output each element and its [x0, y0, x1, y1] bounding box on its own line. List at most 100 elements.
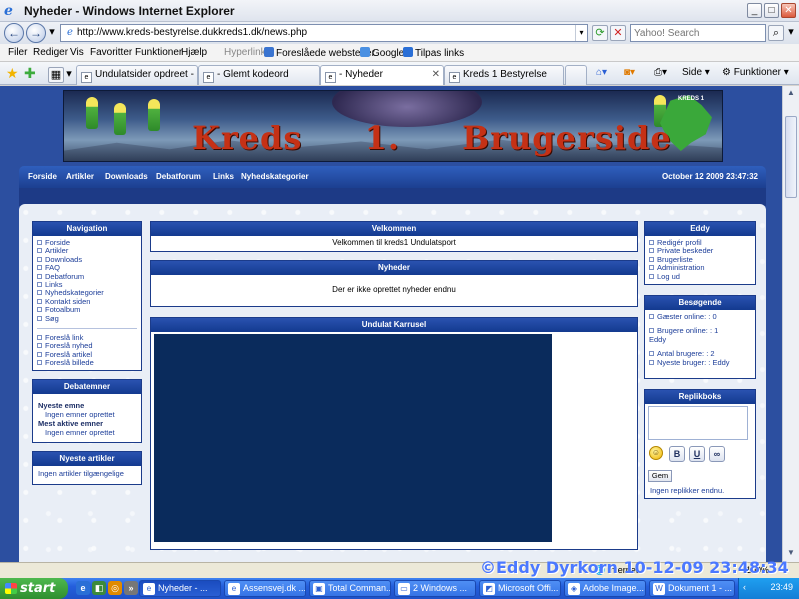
page-menu[interactable]: Side ▾	[682, 67, 710, 78]
favorites-star-icon[interactable]: ★	[6, 65, 19, 82]
menu-help[interactable]: Hjælp	[181, 47, 207, 58]
ie-icon: e	[143, 583, 155, 595]
quicklaunch-more-icon[interactable]: »	[124, 581, 138, 595]
quicklaunch-media-icon[interactable]: ◎	[108, 581, 122, 595]
menu-favorites[interactable]: Favoritter	[90, 47, 132, 58]
suggested-sites-link[interactable]: Foreslåede websteder	[264, 47, 375, 59]
taskbar: start e ◧ ◎ » e Nyheder - ... e Assensvej.…	[0, 578, 799, 599]
bullet-icon	[649, 273, 654, 279]
taskbar-clock: 23:49	[770, 582, 793, 592]
nav-artikler[interactable]: Artikler	[66, 172, 94, 181]
stop-icon[interactable]: ✕	[610, 25, 626, 41]
bold-button[interactable]: B	[669, 446, 685, 462]
customize-links-link[interactable]: Tilpas links	[403, 47, 464, 59]
tools-menu[interactable]: ⚙ Funktioner ▾	[722, 67, 789, 78]
back-button[interactable]: ←	[4, 23, 24, 43]
bullet-icon	[37, 256, 42, 262]
nav-downloads[interactable]: Downloads	[105, 172, 148, 181]
feeds-icon[interactable]: ◙▾	[624, 67, 635, 78]
panel-header: Undulat Karrusel	[151, 318, 637, 332]
task-total-commander[interactable]: ▣ Total Comman...	[309, 580, 391, 597]
menu-tools[interactable]: Funktioner	[135, 47, 182, 58]
window-title: Nyheder - Windows Internet Explorer	[24, 4, 235, 18]
nav-debatforum[interactable]: Debatforum	[156, 172, 201, 181]
panel-header: Debatemner	[33, 380, 141, 394]
minimize-button[interactable]: _	[747, 3, 762, 18]
menu-edit[interactable]: Rediger	[33, 47, 68, 58]
tools-menu-label: Funktioner	[733, 67, 781, 78]
quicklaunch-ie-icon[interactable]: e	[76, 581, 90, 595]
close-button[interactable]: ✕	[781, 3, 796, 18]
print-icon[interactable]: ⎙▾	[654, 67, 667, 78]
users-online-name[interactable]: Eddy	[649, 335, 751, 344]
ie-page-icon	[403, 47, 413, 57]
link-button[interactable]: ∞	[709, 446, 725, 462]
tab-kreds-bestyrelse[interactable]: e Kreds 1 Bestyrelse	[444, 65, 564, 85]
shoutbox-textarea[interactable]	[648, 406, 748, 440]
tab-label: - Nyheder	[339, 69, 383, 80]
underline-button[interactable]: U	[689, 446, 705, 462]
newest-user[interactable]: Nyeste bruger: : Eddy	[649, 358, 751, 367]
windows-flag-icon	[5, 583, 17, 594]
url-dropdown-icon[interactable]: ▾	[575, 25, 587, 41]
news-panel: Nyheder Der er ikke oprettet nyheder end…	[150, 260, 638, 307]
customize-links-label: Tilpas links	[415, 48, 465, 59]
bullet-icon	[37, 298, 42, 304]
task-adobe-image[interactable]: ◈ Adobe Image...	[564, 580, 646, 597]
refresh-icon[interactable]: ⟳	[592, 25, 608, 41]
page-body: Navigation Forside Artikler Downloads FA…	[19, 204, 766, 562]
panel-header: Navigation	[33, 222, 141, 236]
bullet-icon	[37, 265, 42, 271]
tab-glemt-kodeord[interactable]: e- Glemt kodeord	[198, 65, 320, 85]
scroll-up-icon[interactable]: ▲	[785, 88, 797, 100]
tab-nyheder[interactable]: e- Nyheder ✕	[320, 65, 444, 85]
maximize-button[interactable]: □	[764, 3, 779, 18]
tray-expand-icon[interactable]: ‹	[743, 582, 746, 592]
banner-title: Kreds 1. Brugerside	[192, 119, 672, 157]
smiley-icon[interactable]: ☺	[649, 446, 663, 460]
user-logout[interactable]: Log ud	[649, 272, 751, 281]
google-link[interactable]: Google	[360, 47, 404, 59]
search-box[interactable]	[630, 24, 766, 42]
save-button[interactable]: Gem	[648, 470, 672, 482]
nav-item-sog[interactable]: Søg	[37, 314, 137, 323]
nav-links[interactable]: Links	[213, 172, 234, 181]
tab-list-icon[interactable]: ▾	[64, 67, 74, 83]
folder-icon: ▭	[398, 583, 410, 595]
tab-undulatsider[interactable]: eUndulatsider opdreet - Ed.Dy...	[76, 65, 198, 85]
menu-file[interactable]: Filer	[8, 47, 27, 58]
search-options-icon[interactable]: ▾	[785, 25, 797, 41]
forward-button[interactable]: →	[26, 23, 46, 43]
quick-tabs-icon[interactable]: ▦	[48, 67, 64, 83]
visitors-list: Gæster online: : 0 Brugere online: : 1 E…	[645, 310, 755, 370]
shoutbox-empty-text: Ingen replikker endnu.	[650, 486, 725, 495]
task-nyheder[interactable]: e Nyheder - ...	[139, 580, 221, 597]
welcome-text: Velkommen til kreds1 Undulatsport	[332, 238, 456, 247]
search-input[interactable]	[631, 25, 751, 41]
task-assensvej[interactable]: e Assensvej.dk ...	[224, 580, 306, 597]
url-field[interactable]: e http://www.kreds-bestyrelse.dukkreds1.…	[60, 24, 588, 42]
bullet-icon	[37, 315, 42, 321]
task-windows[interactable]: ▭ 2 Windows ...	[394, 580, 476, 597]
task-microsoft-office[interactable]: ◩ Microsoft Offi...	[479, 580, 561, 597]
site-banner: KREDS 1 Kreds 1. Brugerside	[63, 90, 723, 162]
start-button[interactable]: start	[0, 578, 68, 599]
search-icon[interactable]: ⌕	[768, 25, 784, 41]
nav-nyhedskategorier[interactable]: Nyhedskategorier	[241, 172, 309, 181]
home-icon[interactable]: ⌂▾	[596, 67, 607, 78]
scroll-thumb[interactable]	[785, 116, 797, 198]
nav-forside[interactable]: Forside	[28, 172, 57, 181]
history-dropdown-icon[interactable]: ▾	[44, 25, 60, 41]
close-tab-icon[interactable]: ✕	[432, 69, 440, 80]
page-icon: e	[325, 72, 336, 83]
add-favorites-icon[interactable]: ✚	[24, 65, 36, 82]
task-dokument[interactable]: W Dokument 1 - ...	[649, 580, 735, 597]
bullet-icon	[37, 248, 42, 254]
carousel-media[interactable]	[154, 334, 552, 542]
vertical-scrollbar[interactable]: ▲ ▼	[782, 86, 799, 562]
new-tab-button[interactable]	[565, 65, 587, 85]
menu-view[interactable]: Vis	[70, 47, 84, 58]
suggest-image[interactable]: Foreslå billede	[37, 359, 137, 367]
quicklaunch-desktop-icon[interactable]: ◧	[92, 581, 106, 595]
copyright-watermark: ©Eddy Dyrkorn 10-12-09 23:48:34	[480, 558, 789, 577]
